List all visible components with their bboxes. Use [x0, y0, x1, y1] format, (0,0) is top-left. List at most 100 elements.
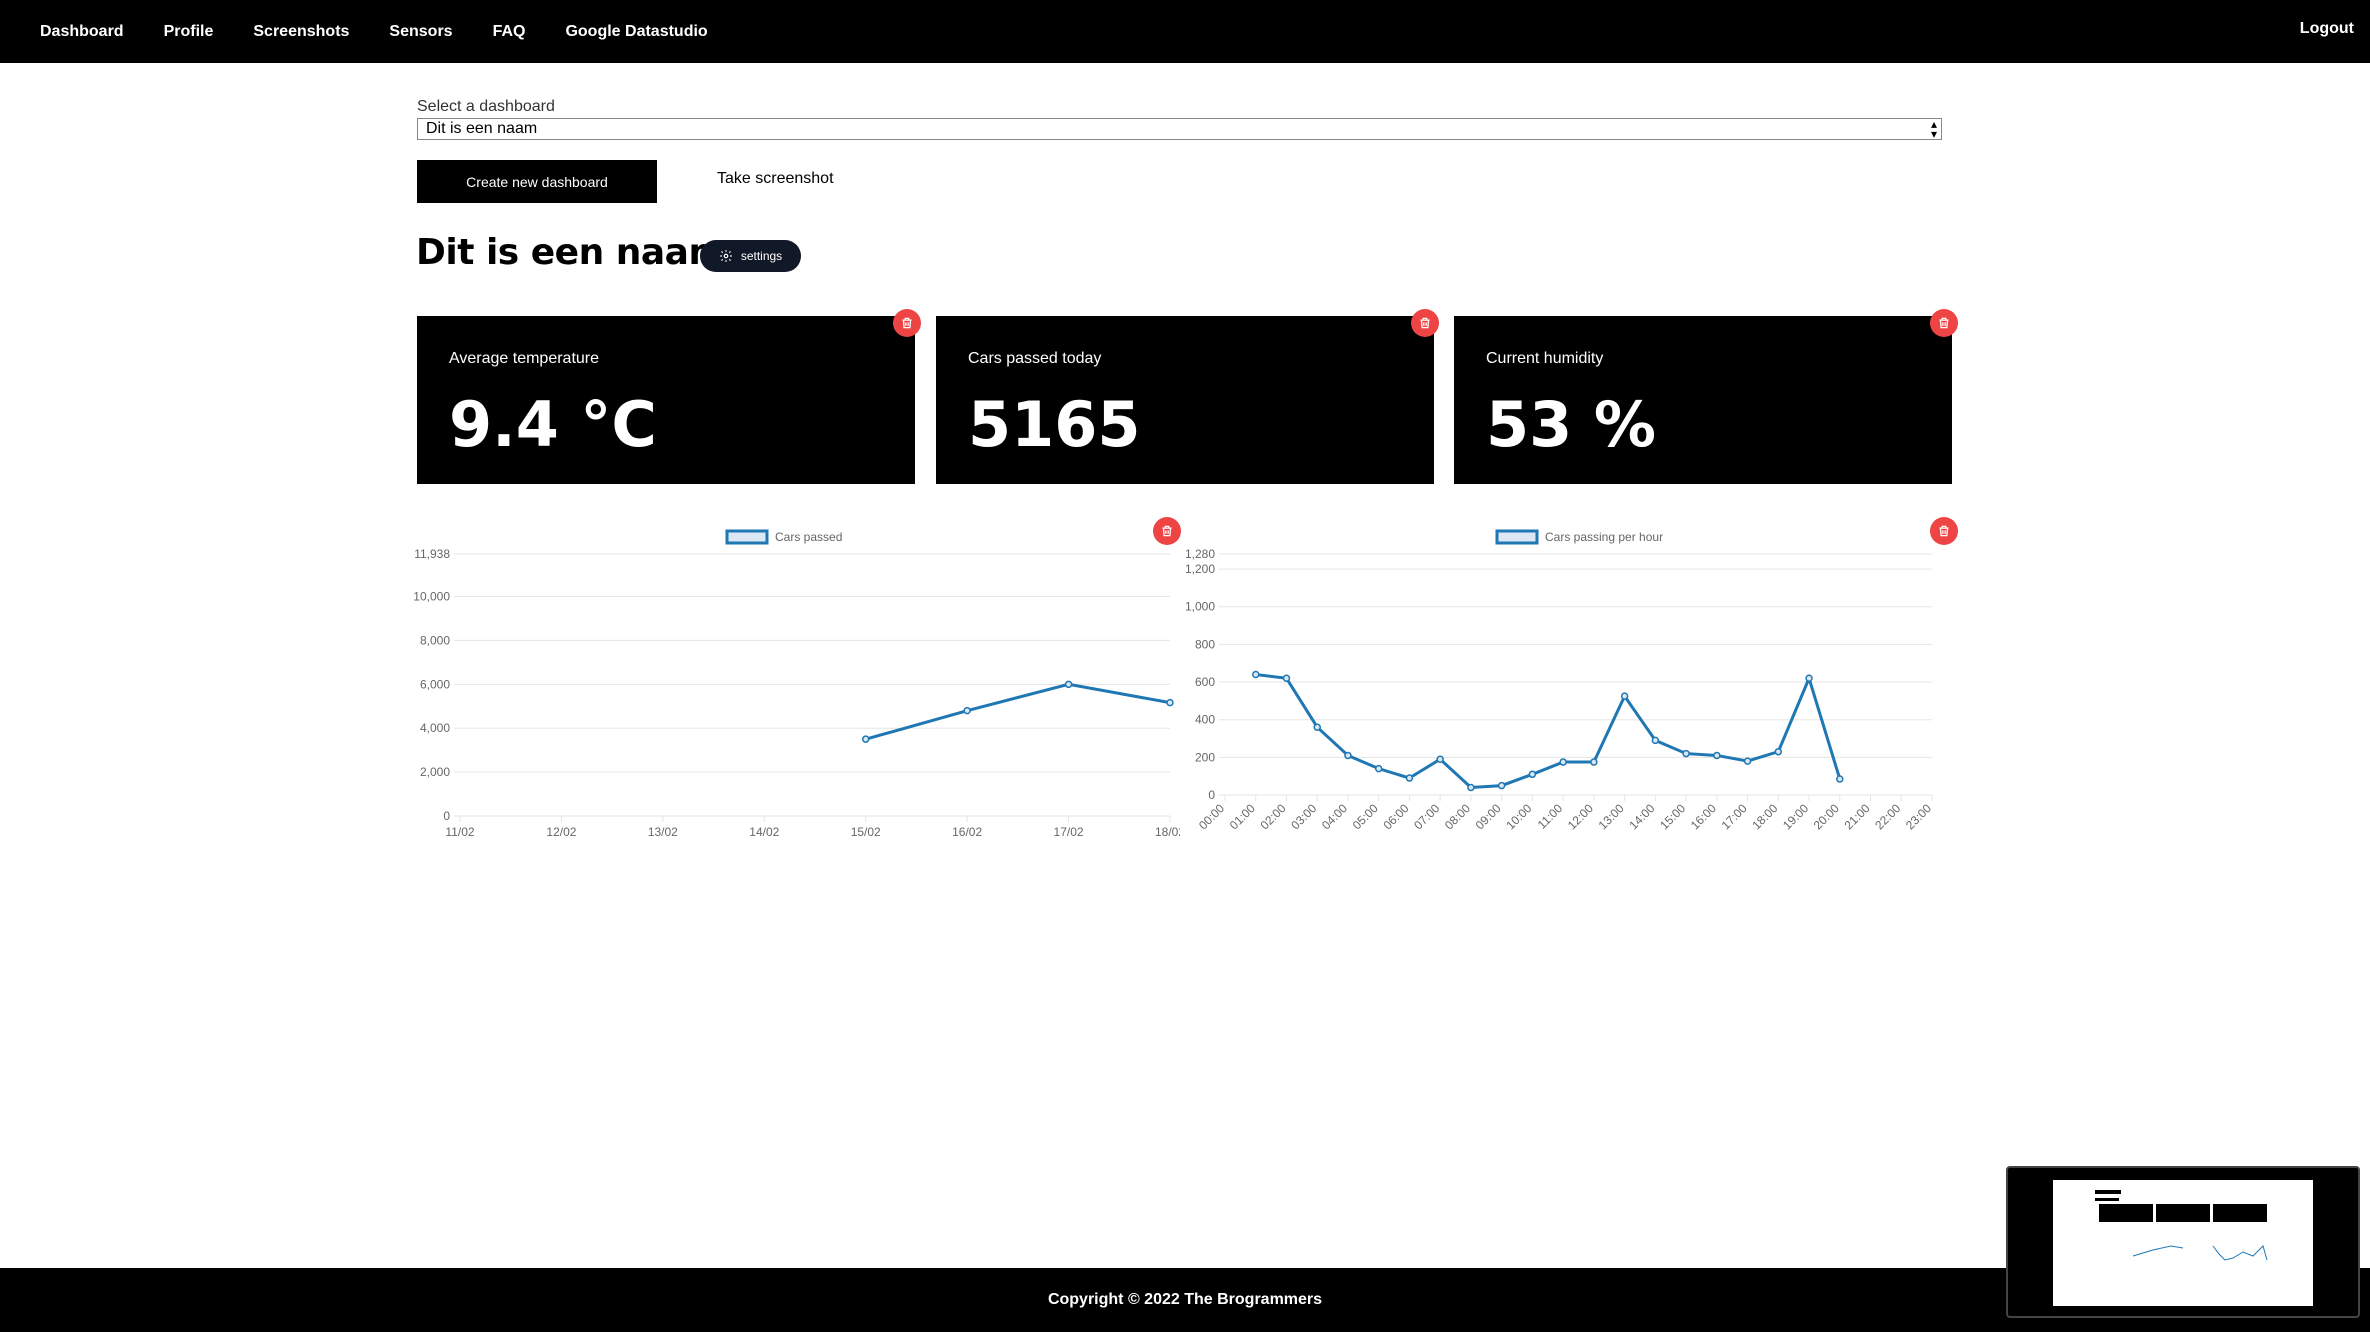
- card-value: 9.4 °C: [449, 388, 657, 461]
- data-point: [1651, 736, 1660, 745]
- settings-label: settings: [740, 249, 783, 263]
- x-tick-label: 18:00: [1749, 801, 1780, 832]
- data-point: [1282, 674, 1291, 683]
- card-cars-passed-today: Cars passed today 5165: [936, 316, 1434, 484]
- data-point: [1405, 774, 1414, 782]
- card-average-temperature: Average temperature 9.4 °C: [417, 316, 915, 484]
- trash-icon: [1939, 525, 1949, 537]
- x-tick-label: 12/02: [546, 825, 576, 839]
- card-label: Current humidity: [1486, 350, 1604, 367]
- y-tick-label: 6,000: [420, 677, 450, 691]
- y-tick-label: 0: [443, 809, 450, 823]
- data-point: [1620, 692, 1629, 700]
- y-tick-label: 1,200: [1185, 562, 1215, 576]
- y-tick-label: 1,280: [1185, 547, 1215, 561]
- copyright-text: Copyright © 2022 The Brogrammers: [1047, 1291, 1323, 1308]
- dashboard-title: Dit is een naam: [416, 232, 726, 273]
- x-tick-label: 08:00: [1442, 801, 1473, 832]
- nav-dashboard[interactable]: Dashboard: [40, 23, 124, 41]
- delete-widget-button[interactable]: [1930, 517, 1958, 545]
- nav-sensors[interactable]: Sensors: [389, 23, 452, 41]
- x-tick-label: 07:00: [1411, 801, 1442, 832]
- x-tick-label: 15/02: [851, 825, 881, 839]
- x-tick-label: 18/02: [1155, 825, 1180, 839]
- x-tick-label: 01:00: [1227, 801, 1258, 832]
- y-tick-label: 1,000: [1185, 600, 1215, 614]
- delete-widget-button[interactable]: [1153, 517, 1181, 545]
- nav-profile[interactable]: Profile: [164, 23, 214, 41]
- card-label: Average temperature: [449, 350, 600, 367]
- data-point: [1559, 758, 1567, 766]
- card-current-humidity: Current humidity 53 %: [1454, 316, 1952, 484]
- delete-widget-button[interactable]: [1930, 309, 1958, 337]
- x-tick-label: 12:00: [1565, 801, 1596, 832]
- dashboard-select[interactable]: Dit is een naam ▴ ▾: [417, 118, 1942, 140]
- delete-widget-button[interactable]: [1411, 309, 1439, 337]
- y-tick-label: 600: [1195, 675, 1215, 689]
- x-tick-label: 14/02: [749, 825, 779, 839]
- thumbnail-preview-graphic: [2053, 1176, 2313, 1312]
- data-point: [1497, 781, 1506, 790]
- thumbnail-page-preview: [2053, 1176, 2313, 1312]
- x-tick-label: 21:00: [1842, 801, 1873, 832]
- data-point: [1743, 757, 1752, 765]
- nav-screenshots[interactable]: Screenshots: [253, 23, 349, 41]
- x-tick-label: 06:00: [1380, 801, 1411, 832]
- data-point: [1805, 674, 1813, 683]
- legend-swatch: [1495, 529, 1539, 545]
- x-tick-label: 23:00: [1903, 801, 1934, 832]
- x-tick-label: 19:00: [1780, 801, 1811, 832]
- data-point: [1836, 775, 1844, 783]
- data-point: [1682, 749, 1690, 758]
- data-point: [1467, 783, 1475, 792]
- x-tick-label: 11/02: [445, 825, 474, 839]
- chart-cars-passed: Cars passed 11,938 10,000 8,000 6,000 4,000 2,…: [410, 516, 1185, 856]
- data-point: [1313, 723, 1321, 731]
- chart-cars-per-hour: Cars passing per hour 1,280 1,200 1,000 800 6…: [1180, 516, 1950, 856]
- trash-icon: [1939, 317, 1949, 329]
- create-dashboard-button[interactable]: Create new dashboard: [417, 160, 657, 203]
- y-tick-label: 11,938: [414, 547, 450, 561]
- x-tick-label: 17:00: [1719, 801, 1750, 832]
- legend-label: Cars passed: [775, 530, 842, 544]
- trash-icon: [902, 317, 912, 329]
- card-value: 5165: [968, 388, 1141, 461]
- data-point: [1166, 698, 1174, 707]
- x-tick-label: 14:00: [1626, 801, 1657, 832]
- x-tick-label: 05:00: [1350, 801, 1381, 832]
- x-tick-label: 11:00: [1535, 801, 1566, 832]
- x-tick-label: 09:00: [1473, 801, 1504, 832]
- dashboard-select-label: Select a dashboard: [417, 98, 555, 115]
- screenshot-thumbnail[interactable]: [2006, 1166, 2360, 1318]
- x-tick-label: 16/02: [952, 825, 982, 839]
- data-point: [861, 735, 870, 743]
- x-tick-label: 04:00: [1319, 801, 1350, 832]
- delete-widget-button[interactable]: [893, 309, 921, 337]
- x-tick-label: 17/02: [1054, 825, 1084, 839]
- y-tick-label: 4,000: [420, 721, 450, 735]
- settings-button[interactable]: settings: [700, 240, 801, 272]
- x-tick-label: 13:00: [1596, 801, 1627, 832]
- y-tick-label: 2,000: [420, 765, 450, 779]
- data-point: [1590, 758, 1598, 766]
- x-tick-label: 02:00: [1257, 801, 1288, 832]
- y-tick-label: 8,000: [420, 633, 450, 647]
- x-tick-label: 20:00: [1811, 801, 1842, 832]
- x-tick-label: 10:00: [1503, 801, 1534, 832]
- data-point: [1528, 770, 1537, 779]
- x-tick-label: 13/02: [648, 825, 678, 839]
- dashboard-select-value: Dit is een naam: [426, 120, 538, 137]
- series-line: [1255, 673, 1842, 790]
- trash-icon: [1162, 525, 1172, 537]
- nav-google-datastudio[interactable]: Google Datastudio: [565, 23, 707, 41]
- data-point: [1064, 680, 1073, 689]
- data-point: [1374, 764, 1383, 773]
- nav-faq[interactable]: FAQ: [493, 23, 526, 41]
- series-line: [865, 682, 1171, 741]
- take-screenshot-button[interactable]: Take screenshot: [717, 170, 834, 188]
- logout-link[interactable]: Logout: [2300, 20, 2354, 38]
- data-point: [1436, 755, 1444, 763]
- y-tick-label: 800: [1195, 637, 1215, 651]
- top-navbar: Dashboard Profile Screenshots Sensors FA…: [0, 0, 2370, 63]
- card-value: 53 %: [1486, 388, 1656, 461]
